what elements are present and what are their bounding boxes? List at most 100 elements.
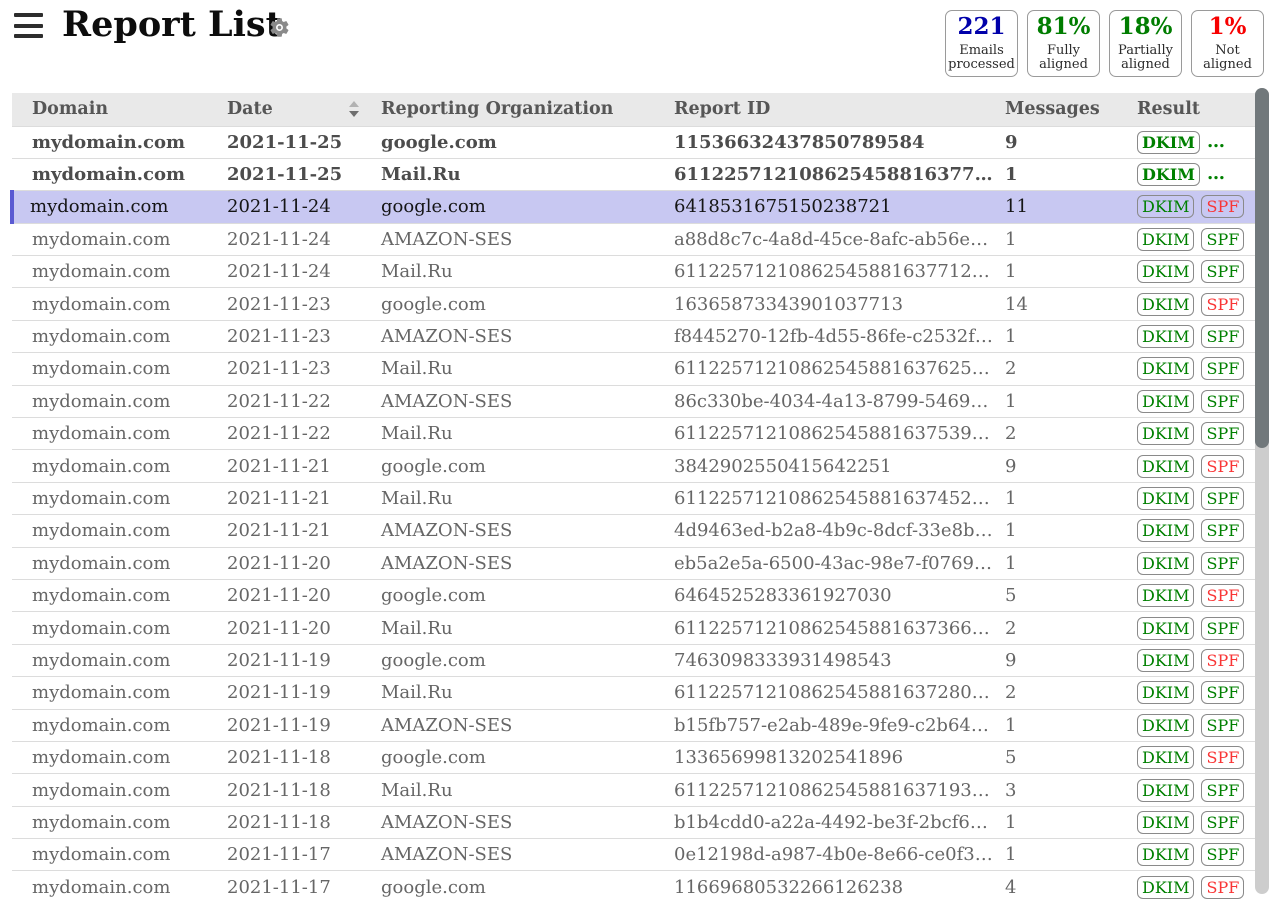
cell-date: 2021-11-24 [222,223,367,255]
cell-result: DKIMSPF [1119,871,1255,903]
table-row[interactable]: mydomain.com2021-11-19Mail.Ru61122571210… [12,677,1255,709]
cell-reporting-organization: AMAZON-SES [367,515,664,547]
table-row[interactable]: mydomain.com2021-11-17google.com11669680… [12,871,1255,903]
spf-badge: SPF [1201,681,1244,704]
table-row[interactable]: mydomain.com2021-11-22AMAZON-SES86c330be… [12,385,1255,417]
cell-reporting-organization: google.com [367,288,664,320]
cell-result: DKIMSPF [1119,191,1255,223]
dkim-badge: DKIM [1137,681,1194,704]
cell-messages: 2 [994,612,1119,644]
scrollbar-thumb[interactable] [1255,88,1269,448]
cell-result: DKIMSPF [1119,353,1255,385]
table-row[interactable]: mydomain.com2021-11-24google.com64185316… [12,191,1255,223]
sort-down-arrow-icon [349,111,359,117]
stat-label: Not aligned [1203,44,1252,73]
spf-badge: SPF [1201,293,1244,316]
spf-badge: SPF [1201,779,1244,802]
gear-icon[interactable] [268,16,291,39]
table-row[interactable]: mydomain.com2021-11-25google.com11536632… [12,126,1255,158]
column-header-messages[interactable]: Messages [994,93,1119,126]
cell-messages: 3 [994,774,1119,806]
table-row[interactable]: mydomain.com2021-11-23Mail.Ru61122571210… [12,353,1255,385]
stat-box: 221Emails processed [945,10,1018,77]
cell-domain: mydomain.com [12,126,222,158]
table-row[interactable]: mydomain.com2021-11-22Mail.Ru61122571210… [12,418,1255,450]
cell-date: 2021-11-23 [222,353,367,385]
cell-domain: mydomain.com [12,450,222,482]
table-row[interactable]: mydomain.com2021-11-21AMAZON-SES4d9463ed… [12,515,1255,547]
cell-result: DKIMSPF [1119,418,1255,450]
stat-value: 1% [1209,14,1247,39]
cell-report-id: a88d8c7c-4a8d-45ce-8afc-ab56e04… [664,223,994,255]
cell-result: DKIMSPF [1119,223,1255,255]
column-header-result[interactable]: Result [1119,93,1255,126]
spf-badge: SPF [1201,552,1244,575]
table-row[interactable]: mydomain.com2021-11-18Mail.Ru61122571210… [12,774,1255,806]
cell-result: DKIMSPF [1119,741,1255,773]
cell-date: 2021-11-18 [222,806,367,838]
dkim-badge: DKIM [1137,357,1194,380]
table-row[interactable]: mydomain.com2021-11-24Mail.Ru61122571210… [12,256,1255,288]
dkim-badge: DKIM [1137,714,1194,737]
cell-date: 2021-11-17 [222,871,367,903]
table-row[interactable]: mydomain.com2021-11-19AMAZON-SESb15fb757… [12,709,1255,741]
menu-button[interactable] [14,13,43,38]
table-row[interactable]: mydomain.com2021-11-20AMAZON-SESeb5a2e5a… [12,547,1255,579]
dkim-badge: DKIM [1137,163,1200,186]
table-row[interactable]: mydomain.com2021-11-21Mail.Ru61122571210… [12,482,1255,514]
table-row[interactable]: mydomain.com2021-11-21google.com38429025… [12,450,1255,482]
top-bar: Report List 221Emails processed81%Fully … [0,0,1275,93]
cell-reporting-organization: AMAZON-SES [367,709,664,741]
table-row[interactable]: mydomain.com2021-11-23google.com16365873… [12,288,1255,320]
column-header-reporting-organization[interactable]: Reporting Organization [367,93,664,126]
cell-result: DKIMSPF [1119,806,1255,838]
cell-report-id: 7463098333931498543 [664,644,994,676]
cell-domain: mydomain.com [12,839,222,871]
table-row[interactable]: mydomain.com2021-11-19google.com74630983… [12,644,1255,676]
column-header-report-id[interactable]: Report ID [664,93,994,126]
cell-messages: 9 [994,644,1119,676]
dkim-badge: DKIM [1137,131,1200,154]
scrollbar-track[interactable] [1255,88,1269,894]
table-row[interactable]: mydomain.com2021-11-24AMAZON-SESa88d8c7c… [12,223,1255,255]
table-row[interactable]: mydomain.com2021-11-20Mail.Ru61122571210… [12,612,1255,644]
cell-domain: mydomain.com [12,418,222,450]
table-row[interactable]: mydomain.com2021-11-20google.com64645252… [12,579,1255,611]
cell-domain: mydomain.com [12,385,222,417]
spf-badge: SPF [1201,195,1244,218]
cell-result: DKIMSPF [1119,126,1255,158]
cell-report-id: 61122571210862545881637366400 [664,612,994,644]
cell-date: 2021-11-21 [222,450,367,482]
cell-report-id: 61122571210862545881637798… [664,158,994,190]
table-row[interactable]: mydomain.com2021-11-18google.com13365699… [12,741,1255,773]
cell-domain: mydomain.com [12,644,222,676]
report-table: Domain Date Reporting Organization Repor… [10,93,1253,903]
table-row[interactable]: mydomain.com2021-11-17AMAZON-SES0e12198d… [12,839,1255,871]
table-row[interactable]: mydomain.com2021-11-18AMAZON-SESb1b4cdd0… [12,806,1255,838]
cell-report-id: 61122571210862545881637280000 [664,677,994,709]
cell-reporting-organization: Mail.Ru [367,418,664,450]
cell-domain: mydomain.com [12,515,222,547]
cell-date: 2021-11-20 [222,579,367,611]
cell-report-id: 4d9463ed-b2a8-4b9c-8dcf-33e8bc6… [664,515,994,547]
cell-domain: mydomain.com [12,256,222,288]
cell-reporting-organization: AMAZON-SES [367,547,664,579]
dkim-badge: DKIM [1137,487,1194,510]
cell-reporting-organization: Mail.Ru [367,612,664,644]
stat-label: Emails processed [948,44,1015,73]
cell-reporting-organization: google.com [367,741,664,773]
table-row[interactable]: mydomain.com2021-11-25Mail.Ru61122571210… [12,158,1255,190]
cell-date: 2021-11-19 [222,677,367,709]
column-header-date[interactable]: Date [222,93,367,126]
cell-domain: mydomain.com [12,677,222,709]
cell-domain: mydomain.com [12,191,222,223]
cell-date: 2021-11-24 [222,256,367,288]
table-row[interactable]: mydomain.com2021-11-23AMAZON-SESf8445270… [12,320,1255,352]
column-header-domain[interactable]: Domain [12,93,222,126]
cell-date: 2021-11-20 [222,612,367,644]
cell-messages: 1 [994,482,1119,514]
cell-result: DKIMSPF [1119,450,1255,482]
cell-reporting-organization: google.com [367,191,664,223]
cell-report-id: 61122571210862545881637452800 [664,482,994,514]
cell-report-id: 6418531675150238721 [664,191,994,223]
